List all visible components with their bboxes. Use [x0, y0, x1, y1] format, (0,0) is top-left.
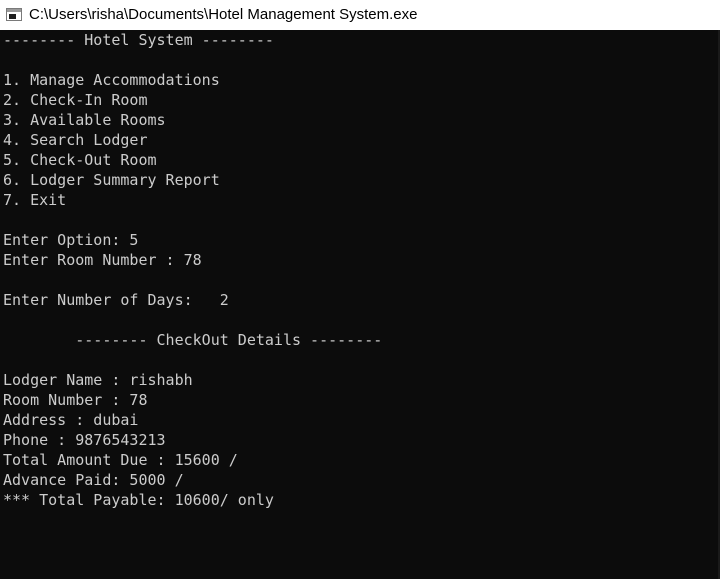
option-input-line: Enter Option: 5 [3, 231, 139, 249]
total-payable-line: *** Total Payable: 10600/ only [3, 491, 274, 509]
phone-line: Phone : 9876543213 [3, 431, 166, 449]
address-line: Address : dubai [3, 411, 139, 429]
menu-option-lodger-summary-report: 6. Lodger Summary Report [3, 171, 220, 189]
total-amount-due-line: Total Amount Due : 15600 / [3, 451, 238, 469]
menu-header-line: -------- Hotel System -------- [3, 31, 274, 49]
console-window-icon [6, 8, 22, 21]
menu-option-available-rooms: 3. Available Rooms [3, 111, 166, 129]
days-input-line: Enter Number of Days: 2 [3, 291, 229, 309]
checkout-details-header: -------- CheckOut Details -------- [3, 331, 383, 349]
menu-option-check-out-room: 5. Check-Out Room [3, 151, 157, 169]
menu-option-check-in-room: 2. Check-In Room [3, 91, 148, 109]
advance-paid-line: Advance Paid: 5000 / [3, 471, 184, 489]
title-bar[interactable]: C:\Users\risha\Documents\Hotel Managemen… [0, 0, 720, 30]
console-window: C:\Users\risha\Documents\Hotel Managemen… [0, 0, 720, 579]
lodger-name-line: Lodger Name : rishabh [3, 371, 193, 389]
menu-option-search-lodger: 4. Search Lodger [3, 131, 148, 149]
console-output[interactable]: -------- Hotel System -------- 1. Manage… [3, 30, 715, 579]
menu-option-exit: 7. Exit [3, 191, 67, 209]
room-number-input-line: Enter Room Number : 78 [3, 251, 202, 269]
window-title: C:\Users\risha\Documents\Hotel Managemen… [29, 6, 418, 23]
menu-option-manage-accommodations: 1. Manage Accommodations [3, 71, 220, 89]
room-number-line: Room Number : 78 [3, 391, 148, 409]
